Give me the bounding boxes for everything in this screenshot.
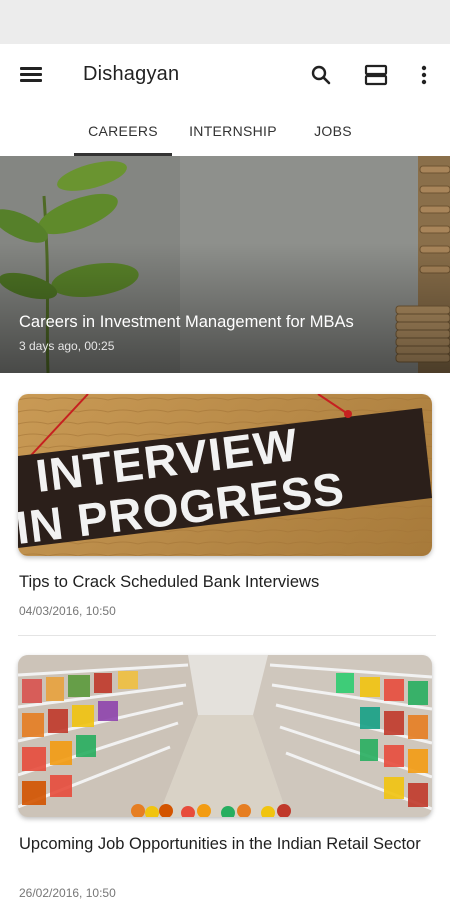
featured-article[interactable]: Careers in Investment Management for MBA… <box>0 156 450 373</box>
search-icon[interactable] <box>306 60 336 90</box>
featured-article-timestamp: 3 days ago, 00:25 <box>19 339 115 353</box>
view-toggle-icon[interactable] <box>361 60 391 90</box>
article-image <box>18 655 432 817</box>
article-title: Upcoming Job Opportunities in the Indian… <box>19 835 421 853</box>
article-card[interactable]: INTERVIEW IN PROGRESS Tips to Crack Sche… <box>0 373 450 635</box>
tab-internship[interactable]: INTERNSHIP <box>178 106 288 156</box>
more-vertical-icon[interactable] <box>409 60 439 90</box>
tab-careers[interactable]: CAREERS <box>74 106 172 156</box>
app-title: Dishagyan <box>83 63 180 85</box>
article-timestamp: 26/02/2016, 10:50 <box>19 886 116 900</box>
status-bar <box>0 0 450 44</box>
article-card[interactable]: Upcoming Job Opportunities in the Indian… <box>0 636 450 900</box>
article-image: INTERVIEW IN PROGRESS <box>18 394 432 556</box>
article-title: Tips to Crack Scheduled Bank Interviews <box>19 573 320 591</box>
featured-article-title: Careers in Investment Management for MBA… <box>19 313 354 331</box>
tab-bar: CAREERS INTERNSHIP JOBS <box>0 106 450 156</box>
hamburger-menu-icon[interactable] <box>16 62 48 88</box>
article-timestamp: 04/03/2016, 10:50 <box>19 604 116 618</box>
tab-jobs[interactable]: JOBS <box>300 106 366 156</box>
app-bar: Dishagyan <box>0 44 450 106</box>
